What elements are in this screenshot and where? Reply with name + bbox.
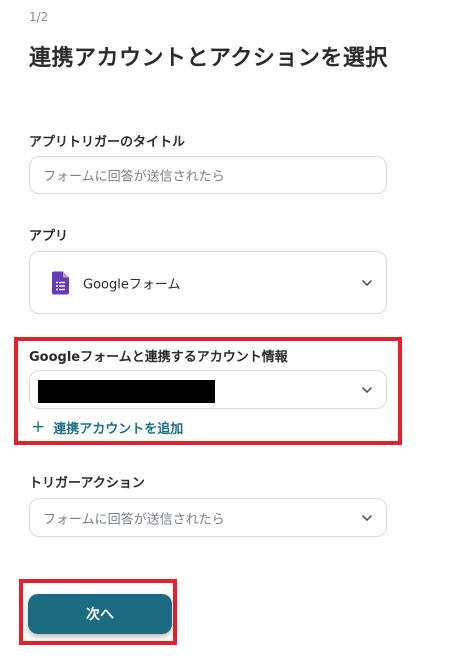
app-label: アプリ (29, 229, 69, 244)
chevron-down-icon (362, 514, 372, 521)
page-title: 連携アカウントとアクションを選択 (29, 46, 388, 71)
trigger-title-value: フォームに回答が送信されたら (43, 169, 225, 185)
chevron-down-icon (362, 279, 372, 286)
account-select[interactable] (29, 370, 387, 409)
account-label: Googleフォームと連携するアカウント情報 (29, 350, 288, 365)
google-forms-icon (52, 271, 69, 294)
add-account-link[interactable]: + 連携アカウントを追加 (31, 417, 184, 438)
plus-icon: + (31, 417, 46, 437)
trigger-title-input[interactable]: フォームに回答が送信されたら (29, 156, 387, 194)
trigger-title-label: アプリトリガーのタイトル (29, 135, 186, 150)
next-button[interactable]: 次へ (28, 594, 172, 634)
app-selected-value: Googleフォーム (83, 277, 181, 292)
masked-account-value (38, 380, 215, 403)
step-indicator: 1/2 (29, 10, 49, 24)
trigger-action-select[interactable]: フォームに回答が送信されたら (29, 498, 387, 537)
add-account-label: 連携アカウントを追加 (53, 422, 184, 437)
trigger-action-label: トリガーアクション (29, 476, 145, 491)
app-select[interactable]: Googleフォーム (29, 251, 387, 314)
trigger-action-value: フォームに回答が送信されたら (43, 512, 225, 527)
chevron-down-icon (362, 386, 372, 393)
